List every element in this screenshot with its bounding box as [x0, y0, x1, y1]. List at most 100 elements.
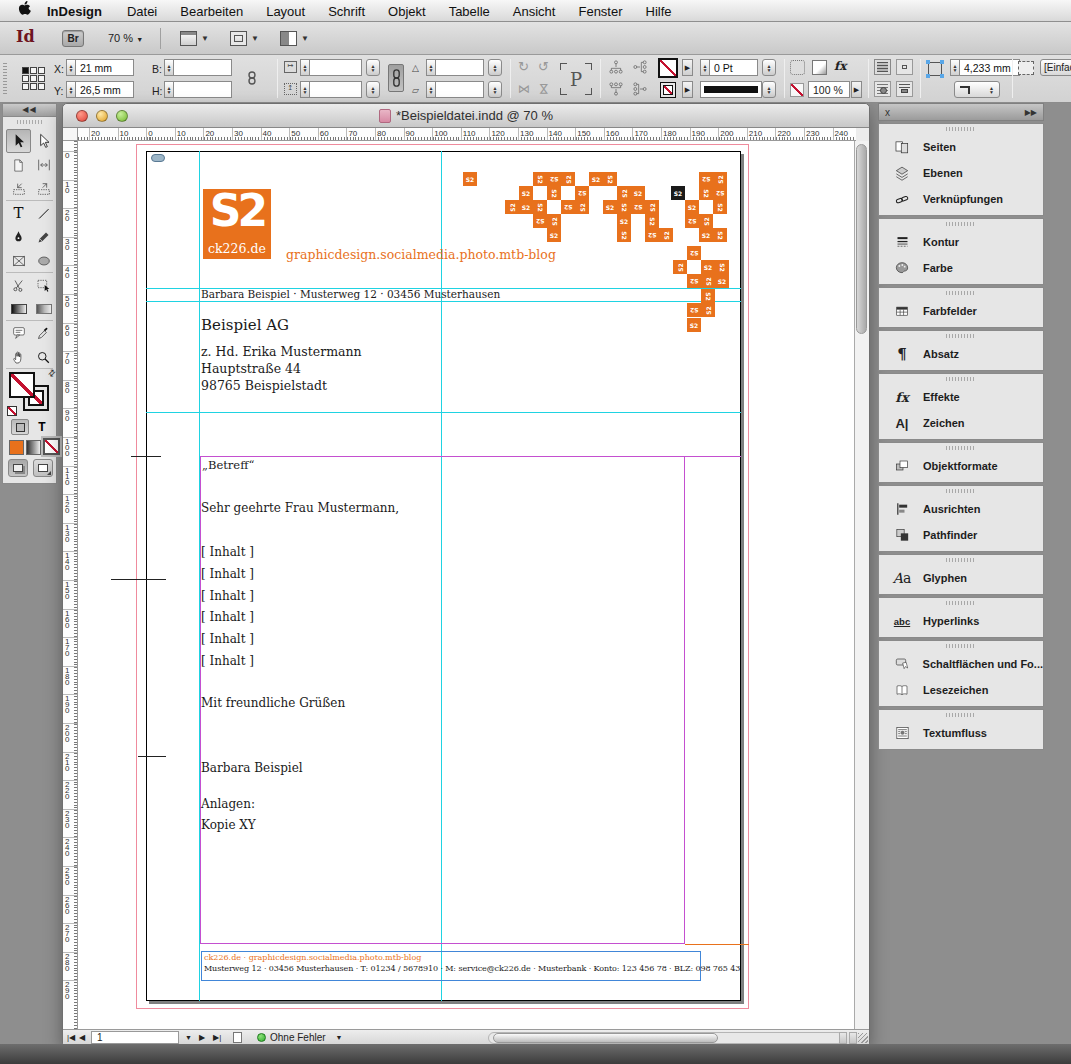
- wrap-jump-object-button[interactable]: [896, 81, 913, 97]
- gradient-effect-icon[interactable]: [812, 60, 827, 75]
- stroke-weight-presets[interactable]: ▲▼: [762, 59, 776, 76]
- constrain-dimensions-icon[interactable]: [245, 70, 259, 88]
- panel-objectstyles[interactable]: Objektformate: [879, 453, 1043, 479]
- height-stepper[interactable]: ▲▼: [164, 81, 232, 98]
- content-placer-tool[interactable]: [31, 177, 56, 201]
- panel-pages[interactable]: Seiten: [879, 134, 1043, 160]
- y-position-stepper[interactable]: ▲▼26,5 mm: [66, 81, 134, 98]
- panel-drag-handle[interactable]: [3, 63, 7, 95]
- panel-group-drag-handle[interactable]: [879, 443, 1043, 453]
- formatting-affects-text-button[interactable]: T: [33, 419, 51, 435]
- menu-datei[interactable]: Datei: [127, 4, 157, 19]
- distribute-down-icon[interactable]: [608, 81, 624, 99]
- wrap-object-shape-button[interactable]: [874, 81, 891, 97]
- panel-pathfinder[interactable]: Pathfinder: [879, 522, 1043, 548]
- guide-horizontal-2[interactable]: [146, 301, 741, 302]
- panel-bookmarks[interactable]: Lesezeichen: [879, 677, 1043, 703]
- page-dropdown[interactable]: ▼: [185, 1031, 192, 1044]
- bridge-button[interactable]: Br: [62, 30, 84, 47]
- panel-glyphs[interactable]: AaGlyphen: [879, 565, 1043, 591]
- x-position-stepper[interactable]: ▲▼21 mm: [66, 59, 134, 76]
- swap-fill-stroke-icon[interactable]: ⇄: [46, 367, 58, 379]
- flip-vertical-button[interactable]: ⋈: [537, 83, 551, 95]
- panel-group-drag-handle[interactable]: [879, 555, 1043, 565]
- scrollbar-buttons[interactable]: [839, 1032, 857, 1044]
- dock-header[interactable]: x▶▶: [878, 103, 1044, 121]
- note-tool[interactable]: [6, 321, 31, 345]
- object-style-dropdown[interactable]: [Einfach: [1040, 59, 1071, 76]
- menu-schrift[interactable]: Schrift: [328, 4, 365, 19]
- apply-color-button[interactable]: [9, 440, 24, 455]
- panel-group-drag-handle[interactable]: [879, 486, 1043, 496]
- rotation-angle-stepper[interactable]: ▲▼: [426, 59, 484, 76]
- page-number-field[interactable]: 1: [91, 1031, 179, 1044]
- panel-group-drag-handle[interactable]: [879, 710, 1043, 720]
- vertical-scrollbar-thumb[interactable]: [856, 144, 867, 334]
- first-page-button[interactable]: |◀: [67, 1031, 75, 1044]
- panel-align[interactable]: Ausrichten: [879, 496, 1043, 522]
- arrange-documents-dropdown[interactable]: ▼: [280, 28, 309, 48]
- next-page-button[interactable]: ▶: [199, 1031, 205, 1044]
- tools-panel-drag-handle[interactable]: [3, 117, 56, 127]
- scale-y-stepper[interactable]: ▲▼: [300, 81, 362, 98]
- stroke-swatch-none[interactable]: [660, 82, 676, 98]
- flip-horizontal-button[interactable]: ⋈: [518, 82, 530, 96]
- panel-character[interactable]: A|Zeichen: [879, 410, 1043, 436]
- fill-swatch-menu[interactable]: ▶: [682, 59, 693, 76]
- effects-fx-icon[interactable]: fx: [834, 59, 846, 73]
- screen-mode-dropdown[interactable]: ▼: [230, 28, 259, 48]
- company-logo[interactable]: S2 ck226.de: [203, 189, 271, 259]
- type-tool[interactable]: T: [6, 201, 31, 225]
- view-options-dropdown[interactable]: ▼: [180, 28, 209, 48]
- stroke-weight-stepper[interactable]: ▲▼0 Pt: [700, 59, 758, 76]
- preview-mode-button[interactable]: [33, 459, 53, 477]
- distribute-right-icon[interactable]: [632, 81, 648, 99]
- menu-indesign[interactable]: InDesign: [47, 4, 102, 19]
- formatting-affects-container-button[interactable]: [11, 419, 29, 435]
- eyedropper-tool[interactable]: [31, 321, 56, 345]
- menu-bearbeiten[interactable]: Bearbeiten: [180, 4, 243, 19]
- ellipse-tool[interactable]: [31, 249, 56, 273]
- panel-paragraph[interactable]: ¶Absatz: [879, 341, 1043, 367]
- document-canvas[interactable]: S2 ck226.de graphicdesign.socialmedia.ph…: [78, 141, 856, 1029]
- default-fill-stroke-icon[interactable]: [7, 406, 17, 416]
- window-title-bar[interactable]: *Beispieldatei.indd @ 70 %: [63, 104, 869, 128]
- horizontal-ruler[interactable]: 2010010203040506070809010011012013014015…: [78, 128, 856, 141]
- panel-group-drag-handle[interactable]: [879, 331, 1043, 341]
- width-stepper[interactable]: ▲▼: [164, 59, 232, 76]
- free-transform-tool[interactable]: [31, 273, 56, 297]
- zoom-tool[interactable]: [31, 345, 56, 369]
- panel-color[interactable]: Farbe: [879, 255, 1043, 281]
- menu-hilfe[interactable]: Hilfe: [646, 4, 672, 19]
- panel-group-drag-handle[interactable]: [879, 598, 1043, 608]
- rotate-cw-button[interactable]: ↻: [518, 59, 529, 74]
- distribute-left-icon[interactable]: [632, 59, 648, 77]
- fill-swatch-none[interactable]: [658, 58, 678, 78]
- content-collector-tool[interactable]: [6, 177, 31, 201]
- panel-links[interactable]: Verknüpfungen: [879, 186, 1043, 212]
- shear-presets[interactable]: ▲▼: [488, 81, 502, 98]
- zoom-level-dropdown[interactable]: 70 % ▼: [108, 32, 143, 44]
- pencil-tool[interactable]: [31, 225, 56, 249]
- panel-buttons[interactable]: Schaltflächen und Fo...: [879, 651, 1043, 677]
- wrap-bounding-box-button[interactable]: [896, 59, 913, 75]
- menu-objekt[interactable]: Objekt: [388, 4, 426, 19]
- apply-none-button[interactable]: [43, 438, 60, 455]
- preflight-icon[interactable]: [233, 1031, 242, 1044]
- panel-group-drag-handle[interactable]: [879, 124, 1043, 134]
- panel-group-drag-handle[interactable]: [879, 641, 1043, 651]
- panel-group-drag-handle[interactable]: [879, 219, 1043, 229]
- dock-close-icon[interactable]: x: [885, 107, 890, 118]
- corner-radius-stepper[interactable]: ▲▼4,233 mm: [950, 59, 1020, 76]
- gap-tool[interactable]: [31, 153, 56, 177]
- constrain-scale-link-button[interactable]: [388, 64, 404, 92]
- stroke-style-presets[interactable]: ▲▼: [762, 81, 776, 98]
- stroke-swatch-menu[interactable]: ▶: [682, 81, 693, 98]
- preflight-status[interactable]: Ohne Fehler▼: [257, 1031, 343, 1044]
- panel-stroke[interactable]: Kontur: [879, 229, 1043, 255]
- scale-y-presets[interactable]: ▲▼: [366, 81, 380, 98]
- menu-tabelle[interactable]: Tabelle: [449, 4, 490, 19]
- panel-swatches[interactable]: Farbfelder: [879, 298, 1043, 324]
- scale-x-stepper[interactable]: ▲▼: [300, 59, 362, 76]
- panel-layers[interactable]: Ebenen: [879, 160, 1043, 186]
